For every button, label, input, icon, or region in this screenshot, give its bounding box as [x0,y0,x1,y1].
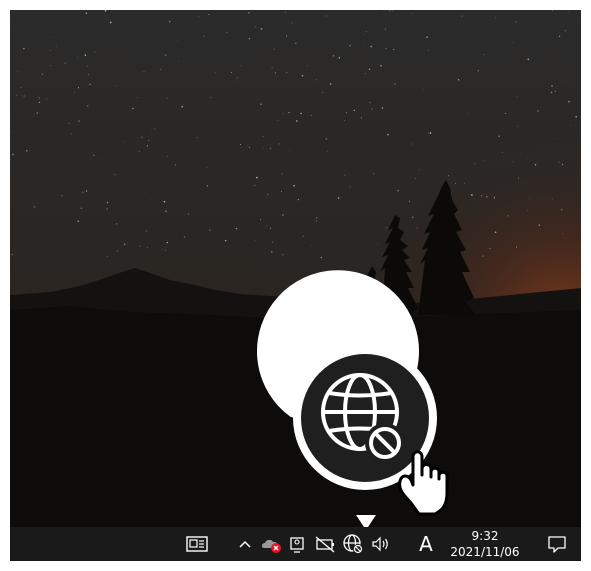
news-and-interests-icon[interactable] [186,533,208,555]
meet-now-icon[interactable] [286,533,308,555]
desktop-screen: A 9:32 2021/11/06 [10,10,581,561]
system-clock[interactable]: 9:32 2021/11/06 [440,527,530,561]
clock-time: 9:32 [471,529,499,543]
desktop-wallpaper [10,10,581,527]
volume-icon[interactable] [370,533,392,555]
notifications-icon[interactable] [546,533,568,555]
network-no-internet-icon[interactable] [342,533,364,555]
battery-unavailable-icon[interactable] [314,533,336,555]
clock-date: 2021/11/06 [450,545,520,559]
onedrive-error-icon[interactable] [260,533,282,555]
show-hidden-icons-chevron[interactable] [234,533,256,555]
ime-mode-icon[interactable]: A [418,532,434,556]
taskbar: A 9:32 2021/11/06 [10,527,581,561]
